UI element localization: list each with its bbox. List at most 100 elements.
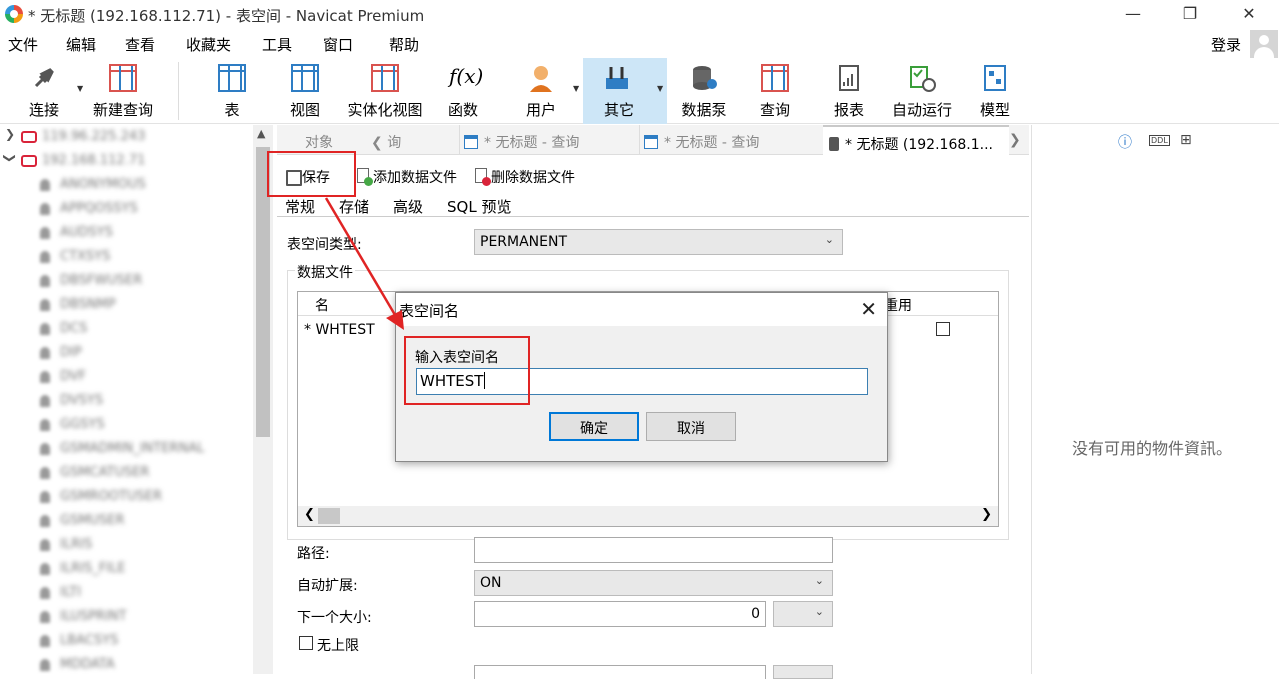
- collapse-arrow-icon[interactable]: ❯: [3, 153, 17, 163]
- menu-tools[interactable]: 工具: [262, 34, 292, 55]
- tab-objects[interactable]: 对象: [305, 125, 367, 155]
- scrollbar-thumb[interactable]: [256, 147, 270, 437]
- query-tab-icon: [644, 135, 658, 149]
- tree-user-item[interactable]: ILRIS_FILE: [0, 557, 253, 581]
- delete-datafile-button[interactable]: 删除数据文件: [473, 167, 575, 187]
- tree-user-item[interactable]: ILUSPRINT: [0, 605, 253, 629]
- user-dropdown-icon[interactable]: ▼: [573, 84, 579, 93]
- info-icon[interactable]: ⓘ: [1118, 132, 1132, 152]
- close-icon[interactable]: ✕: [860, 297, 877, 321]
- table-row[interactable]: * WHTEST: [304, 322, 375, 338]
- tablespace-type-select[interactable]: PERMANENT ⌄: [474, 229, 843, 255]
- grid-scrollbar[interactable]: ❮ ❯: [298, 506, 998, 526]
- tree-user-item[interactable]: DBSFWUSER: [0, 269, 253, 293]
- tab-general[interactable]: 常规: [285, 196, 315, 217]
- tree-user-item[interactable]: ILRIS: [0, 533, 253, 557]
- query-tab-icon: [464, 135, 478, 149]
- path-input[interactable]: [474, 537, 833, 563]
- connect-dropdown-icon[interactable]: ▼: [77, 84, 83, 93]
- toolbar-automation-button[interactable]: 自动运行: [888, 58, 956, 124]
- tab-query-3[interactable]: * 无标题 - 查询: [639, 125, 823, 155]
- scroll-right-icon[interactable]: ❯: [981, 507, 992, 522]
- tree-user-item[interactable]: GSMROOTUSER: [0, 485, 253, 509]
- tree-user-item[interactable]: LBACSYS: [0, 629, 253, 653]
- add-datafile-button[interactable]: 添加数据文件: [355, 167, 457, 187]
- toolbar-table-button[interactable]: 表: [208, 58, 256, 124]
- autoextend-select[interactable]: ON ⌄: [474, 570, 833, 596]
- scroll-right-icon[interactable]: ❯: [1009, 125, 1029, 155]
- tree-user-item[interactable]: GSMADMIN_INTERNAL: [0, 437, 253, 461]
- next-size-label: 下一个大小:: [297, 610, 372, 626]
- minimize-button[interactable]: —: [1118, 4, 1148, 23]
- close-window-button[interactable]: ✕: [1234, 4, 1264, 23]
- tree-connection-item[interactable]: ❯ 119.96.225.243: [0, 125, 253, 149]
- tab-tablespace[interactable]: * 无标题 (192.168.1...: [823, 125, 1009, 155]
- scroll-left-icon[interactable]: ❮: [371, 135, 387, 151]
- toolbar-view-button[interactable]: 视图: [280, 58, 330, 124]
- unlimited-checkbox[interactable]: [299, 636, 313, 650]
- others-dropdown-icon[interactable]: ▼: [657, 84, 663, 93]
- tree-user-item[interactable]: APPQOSSYS: [0, 197, 253, 221]
- save-button[interactable]: 保存: [280, 164, 346, 188]
- ddl-icon[interactable]: DDL: [1149, 135, 1170, 146]
- ok-button[interactable]: 确定: [549, 412, 639, 441]
- scrollbar-thumb[interactable]: [318, 508, 340, 524]
- tablespace-name-input[interactable]: WHTEST: [416, 368, 868, 395]
- tree-user-item[interactable]: DCS: [0, 317, 253, 341]
- login-link[interactable]: 登录: [1211, 34, 1241, 55]
- tree-user-item[interactable]: ANONYMOUS: [0, 173, 253, 197]
- next-size-unit-select[interactable]: ⌄: [773, 601, 833, 627]
- toolbar-new-query-button[interactable]: 新建查询: [90, 58, 156, 124]
- next-size-input[interactable]: 0: [474, 601, 766, 627]
- tree-user-item[interactable]: GSMUSER: [0, 509, 253, 533]
- report-icon: [835, 64, 863, 92]
- tree-user-item[interactable]: MDDATA: [0, 653, 253, 674]
- user-icon: [40, 491, 50, 503]
- toolbar-data-pump-button[interactable]: 数据泵: [676, 58, 732, 124]
- tab-sql-preview[interactable]: SQL 预览: [447, 196, 511, 217]
- no-info-text: 没有可用的物件資訊。: [1072, 439, 1233, 458]
- tree-user-item[interactable]: GSMCATUSER: [0, 461, 253, 485]
- maximize-button[interactable]: ❐: [1175, 4, 1205, 23]
- tree-user-item[interactable]: DIP: [0, 341, 253, 365]
- tree-user-item[interactable]: GGSYS: [0, 413, 253, 437]
- menu-edit[interactable]: 编辑: [66, 34, 96, 55]
- scroll-left-icon[interactable]: ❮: [304, 507, 315, 522]
- toolbar-user-button[interactable]: 用户: [516, 58, 566, 124]
- dependency-icon[interactable]: ⊞: [1180, 132, 1192, 148]
- tab-storage[interactable]: 存储: [339, 196, 369, 217]
- toolbar-materialized-view-button[interactable]: 实体化视图: [345, 58, 425, 124]
- scroll-up-icon[interactable]: ▲: [257, 127, 265, 140]
- menu-favorites[interactable]: 收藏夹: [186, 34, 231, 55]
- datafiles-label: 数据文件: [295, 262, 355, 282]
- menu-window[interactable]: 窗口: [323, 34, 353, 55]
- tree-user-item[interactable]: ILTI: [0, 581, 253, 605]
- tree-user-item[interactable]: CTXSYS: [0, 245, 253, 269]
- tree-connection-item[interactable]: ❯ 192.168.112.71: [0, 149, 253, 173]
- max-size-unit-select[interactable]: [773, 665, 833, 679]
- tools-icon: [603, 64, 631, 92]
- tree-user-item[interactable]: AUDSYS: [0, 221, 253, 245]
- tree-user-item[interactable]: DVF: [0, 365, 253, 389]
- avatar[interactable]: [1250, 30, 1278, 58]
- max-size-input[interactable]: [474, 665, 766, 679]
- tree-user-item[interactable]: DBSNMP: [0, 293, 253, 317]
- menu-view[interactable]: 查看: [125, 34, 155, 55]
- toolbar-others-button[interactable]: 其它 ▼: [583, 58, 667, 124]
- expand-arrow-icon[interactable]: ❯: [5, 127, 15, 141]
- menu-file[interactable]: 文件: [8, 34, 38, 55]
- tab-advanced[interactable]: 高级: [393, 196, 423, 217]
- toolbar-report-button[interactable]: 报表: [826, 58, 872, 124]
- menu-help[interactable]: 帮助: [389, 34, 419, 55]
- toolbar-connect-button[interactable]: 连接: [18, 58, 70, 124]
- reuse-checkbox[interactable]: [936, 322, 950, 336]
- toolbar-function-button[interactable]: f(x) 函数: [440, 58, 486, 124]
- toolbar-model-button[interactable]: 模型: [972, 58, 1018, 124]
- tab-query-1[interactable]: ❮ 询: [369, 125, 459, 155]
- cancel-button[interactable]: 取消: [646, 412, 736, 441]
- sidebar-scrollbar[interactable]: ▲: [253, 125, 273, 674]
- tab-query-2[interactable]: * 无标题 - 查询: [459, 125, 639, 155]
- toolbar-query-button[interactable]: 查询: [752, 58, 798, 124]
- new-query-icon: [109, 64, 137, 92]
- tree-user-item[interactable]: DVSYS: [0, 389, 253, 413]
